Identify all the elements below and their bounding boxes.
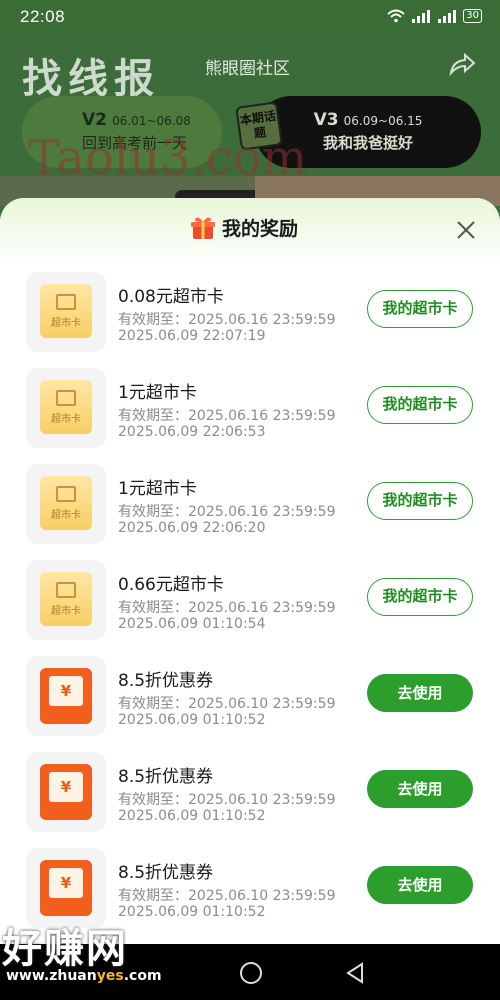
- watermark-bottom-url: www.zhuanyes.com: [6, 968, 162, 984]
- icon-label: 超市卡: [51, 318, 81, 329]
- supermarket-card-icon: 超市卡: [40, 380, 92, 434]
- expiry-label: 有效期至：: [118, 792, 188, 808]
- watermark-url-part: www.zhuan: [6, 968, 97, 984]
- reward-thumb: 超市卡: [26, 560, 106, 640]
- expiry-value: 2025.06.16 23:59:59: [188, 600, 336, 616]
- reward-thumb: 超市卡: [26, 272, 106, 352]
- my-card-button[interactable]: 我的超市卡: [367, 482, 473, 520]
- sheet-header: 我的奖励: [0, 198, 500, 266]
- community-name: 熊眼圈社区: [205, 59, 290, 79]
- reward-expiry: 有效期至：2025.06.16 23:59:59: [118, 501, 336, 521]
- supermarket-card-icon: 超市卡: [40, 284, 92, 338]
- icon-label: ¥: [49, 868, 83, 898]
- battery-icon: 30: [463, 9, 482, 23]
- expiry-value: 2025.06.10 23:59:59: [188, 792, 336, 808]
- icon-label: 超市卡: [51, 414, 81, 425]
- reward-expiry: 有效期至：2025.06.16 23:59:59: [118, 597, 336, 617]
- coupon-icon: ¥: [40, 764, 92, 820]
- reward-time: 2025.06.09 01:10:52: [118, 712, 266, 728]
- reward-expiry: 有效期至：2025.06.10 23:59:59: [118, 693, 336, 713]
- reward-thumb: 超市卡: [26, 464, 106, 544]
- signal-icon-2: [438, 10, 457, 23]
- signal-icon: [412, 10, 431, 23]
- my-card-button[interactable]: 我的超市卡: [367, 578, 473, 616]
- expiry-label: 有效期至：: [118, 504, 188, 520]
- sheet-title-wrap: 我的奖励: [190, 214, 301, 241]
- reward-time: 2025.06.09 01:10:54: [118, 616, 266, 632]
- reward-title: 8.5折优惠券: [118, 671, 214, 691]
- reward-expiry: 有效期至：2025.06.16 23:59:59: [118, 405, 336, 425]
- clock: 22:08: [20, 7, 66, 26]
- home-icon[interactable]: [240, 962, 262, 984]
- icon-label: ¥: [49, 676, 83, 706]
- coupon-icon: ¥: [40, 668, 92, 724]
- reward-item: ¥ 8.5折优惠券 有效期至：2025.06.10 23:59:59 2025.…: [0, 656, 500, 752]
- watermark-url-part: .com: [123, 968, 162, 984]
- reward-item: 超市卡 1元超市卡 有效期至：2025.06.16 23:59:59 2025.…: [0, 464, 500, 560]
- reward-title: 1元超市卡: [118, 479, 197, 499]
- watermark-bottom: 好赚网: [2, 926, 128, 972]
- use-button[interactable]: 去使用: [367, 674, 473, 712]
- period-version: V3: [313, 110, 339, 130]
- rewards-sheet: 我的奖励 超市卡 0.08元超市卡 有效期至：2025.06.16 23:59:…: [0, 198, 500, 944]
- reward-time: 2025.06.09 22:06:20: [118, 520, 266, 536]
- my-card-button[interactable]: 我的超市卡: [367, 386, 473, 424]
- use-button[interactable]: 去使用: [367, 866, 473, 904]
- icon-label: 超市卡: [51, 606, 81, 617]
- icon-label: 超市卡: [51, 510, 81, 521]
- reward-item: 超市卡 0.66元超市卡 有效期至：2025.06.16 23:59:59 20…: [0, 560, 500, 656]
- reward-item: 超市卡 0.08元超市卡 有效期至：2025.06.16 23:59:59 20…: [0, 272, 500, 368]
- reward-title: 0.08元超市卡: [118, 287, 224, 307]
- supermarket-card-icon: 超市卡: [40, 572, 92, 626]
- expiry-label: 有效期至：: [118, 696, 188, 712]
- expiry-label: 有效期至：: [118, 888, 188, 904]
- share-icon[interactable]: [448, 52, 476, 76]
- expiry-value: 2025.06.16 23:59:59: [188, 504, 336, 520]
- period-dates: 06.01~06.08: [112, 114, 191, 128]
- reward-time: 2025.06.09 01:10:52: [118, 904, 266, 920]
- wifi-icon: [387, 9, 405, 23]
- reward-title: 8.5折优惠券: [118, 767, 214, 787]
- reward-time: 2025.06.09 22:07:19: [118, 328, 266, 344]
- period-version: V2: [82, 110, 107, 130]
- reward-thumb: ¥: [26, 656, 106, 736]
- coupon-icon: ¥: [40, 860, 92, 916]
- status-bar: 22:08 30: [0, 0, 500, 34]
- reward-expiry: 有效期至：2025.06.16 23:59:59: [118, 309, 336, 329]
- reward-title: 8.5折优惠券: [118, 863, 214, 883]
- rewards-list: 超市卡 0.08元超市卡 有效期至：2025.06.16 23:59:59 20…: [0, 272, 500, 944]
- reward-thumb: ¥: [26, 752, 106, 832]
- reward-item: 超市卡 1元超市卡 有效期至：2025.06.16 23:59:59 2025.…: [0, 368, 500, 464]
- status-icons: 30: [387, 9, 482, 23]
- expiry-value: 2025.06.10 23:59:59: [188, 696, 336, 712]
- reward-title: 0.66元超市卡: [118, 575, 224, 595]
- expiry-value: 2025.06.10 23:59:59: [188, 888, 336, 904]
- reward-expiry: 有效期至：2025.06.10 23:59:59: [118, 789, 336, 809]
- reward-thumb: 超市卡: [26, 368, 106, 448]
- sheet-title: 我的奖励: [222, 214, 301, 241]
- supermarket-card-icon: 超市卡: [40, 476, 92, 530]
- use-button[interactable]: 去使用: [367, 770, 473, 808]
- expiry-value: 2025.06.16 23:59:59: [188, 312, 336, 328]
- close-icon[interactable]: [454, 218, 478, 242]
- reward-title: 1元超市卡: [118, 383, 197, 403]
- reward-time: 2025.06.09 22:06:53: [118, 424, 266, 440]
- reward-item: ¥ 8.5折优惠券 有效期至：2025.06.10 23:59:59 2025.…: [0, 752, 500, 848]
- gift-icon: [191, 217, 215, 239]
- reward-time: 2025.06.09 01:10:52: [118, 808, 266, 824]
- expiry-value: 2025.06.16 23:59:59: [188, 408, 336, 424]
- my-card-button[interactable]: 我的超市卡: [367, 290, 473, 328]
- reward-expiry: 有效期至：2025.06.10 23:59:59: [118, 885, 336, 905]
- expiry-label: 有效期至：: [118, 312, 188, 328]
- icon-label: ¥: [49, 772, 83, 802]
- watermark-url-part: yes: [96, 968, 124, 984]
- expiry-label: 有效期至：: [118, 600, 188, 616]
- period-dates: 06.09~06.15: [343, 114, 423, 128]
- back-icon[interactable]: [345, 962, 365, 984]
- expiry-label: 有效期至：: [118, 408, 188, 424]
